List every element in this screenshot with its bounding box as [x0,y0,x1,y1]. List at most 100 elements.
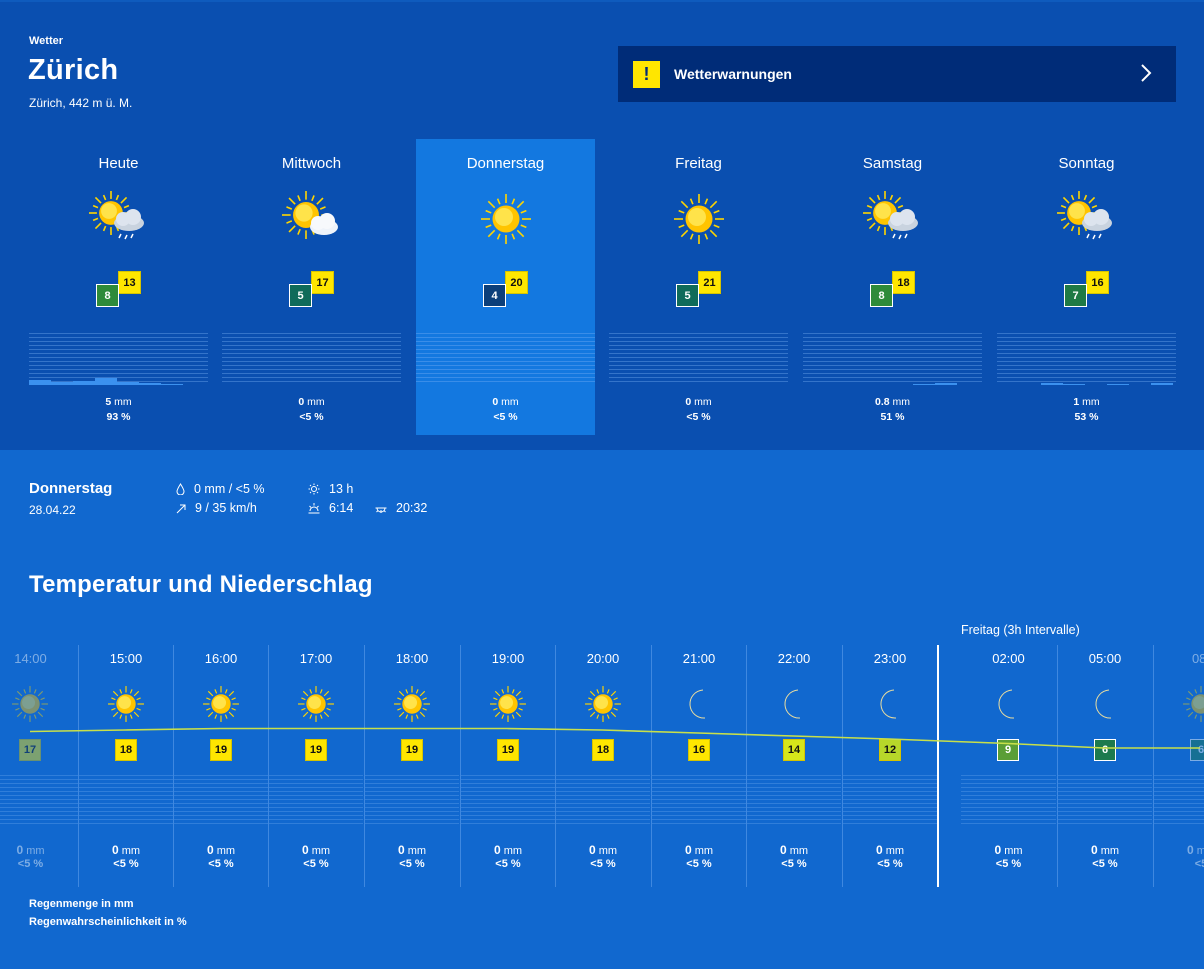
hour-rain-amount: 0 mm [875,843,905,857]
hour-rain-amount: 0 mm [16,843,45,857]
hour-rain-probability: <5 % [877,858,903,870]
rain-bar [913,384,935,385]
rain-bar [29,380,51,385]
hourly-rain-chart [1154,775,1204,827]
sun-cloud-rain-icon [861,191,925,247]
weather-warnings-button[interactable]: ! Wetterwarnungen [618,46,1176,102]
wind-summary-value: 9 / 35 km/h [195,501,257,515]
max-temp-badge: 20 [505,271,528,294]
hour-rain-probability: <5 % [208,858,234,870]
sunshine-hours: 13 h [329,482,354,496]
chevron-right-icon [1141,64,1152,82]
max-temp-badge: 17 [311,271,334,294]
daily-rain-chart [29,333,208,385]
sunrise-time: 6:14 [329,501,354,515]
day-tab-4[interactable]: Freitag 21 5 0 mm <5 % [609,139,788,435]
day-name: Sonntag [1058,155,1115,172]
rain-bar [117,382,139,385]
hour-rain-amount: 0 mm [301,843,331,857]
day-tab-5[interactable]: Samstag 18 8 0.8 mm 51 % [803,139,982,435]
sunshine-summary: 13 h [308,482,353,496]
hour-rain-probability: <5 % [113,858,139,870]
daily-rain-amount: 0 mm [492,396,519,408]
daily-rain-probability: 53 % [1074,411,1099,423]
hour-rain-amount: 0 mm [397,843,427,857]
sunset-time: 20:32 [396,501,428,515]
rain-summary-value: 0 mm / <5 % [194,482,265,496]
hour-rain-probability: <5 % [17,858,44,870]
hourly-rain-chart [79,775,173,827]
hour-rain-probability: <5 [1194,858,1204,870]
hourly-rain-chart [365,775,459,827]
selected-day-date: 28.04.22 [29,503,76,517]
sun-cloud-rain-icon [87,191,151,247]
min-temp-badge: 5 [289,284,312,307]
hour-rain-probability: <5 % [399,858,425,870]
wind-direction-icon [176,504,186,514]
rain-bar [1151,383,1173,385]
hour-rain-amount: 0 mm [588,843,618,857]
raindrop-icon [176,483,185,495]
daily-rain-probability: <5 % [493,411,518,423]
min-temp-badge: 7 [1064,284,1087,307]
section-title: Temperatur und Niederschlag [29,571,373,598]
hourly-rain-chart [843,775,937,827]
hour-rain-amount: 0 mm [111,843,141,857]
day-tab-1[interactable]: Heute 13 8 5 mm 93 % [29,139,208,435]
hour-rain-probability: <5 % [1092,858,1118,870]
sunset-summary: 20:32 [375,501,427,515]
daily-rain-amount: 0 mm [298,396,325,408]
day-tab-6[interactable]: Sonntag 16 7 1 mm 53 % [997,139,1176,435]
rain-bar [1041,383,1063,385]
hourly-rain-chart [652,775,746,827]
daily-rain-probability: 51 % [880,411,905,423]
page-title: Zürich [28,54,119,86]
day-tab-3[interactable]: Donnerstag 20 4 0 mm <5 % [416,139,595,435]
hour-rain-amount: 0 mm [493,843,523,857]
min-temp-badge: 5 [676,284,699,307]
hour-rain-probability: <5 % [303,858,329,870]
hourly-rain-chart [269,775,363,827]
rain-bar [139,383,161,385]
hourly-rain-chart [961,775,1056,827]
max-temp-badge: 21 [698,271,721,294]
day-name: Mittwoch [281,155,342,172]
hour-rain-probability: <5 % [995,858,1022,870]
legend-rain-amount: Regenmenge in mm [29,898,134,910]
rain-bar [1063,384,1085,385]
location-subtitle: Zürich, 442 m ü. M. [29,96,133,110]
max-temp-badge: 13 [118,271,141,294]
hour-rain-probability: <5 % [495,858,521,870]
sun-small-icon [308,483,320,495]
daily-rain-amount: 1 mm [1073,396,1100,408]
min-temp-badge: 4 [483,284,506,307]
daily-rain-amount: 0.8 mm [874,396,911,408]
rain-summary: 0 mm / <5 % [176,482,265,496]
hourly-rain-chart [1058,775,1152,827]
day-tab-2[interactable]: Mittwoch 17 5 0 mm <5 % [222,139,401,435]
hourly-rain-chart [461,775,555,827]
day-name: Donnerstag [466,155,545,172]
legend-rain-probability: Regenwahrscheinlichkeit in % [29,916,187,928]
weather-warnings-label: Wetterwarnungen [674,66,792,82]
hour-rain-amount: 0 mm [1090,843,1120,857]
sunrise-icon [308,503,320,514]
max-temp-badge: 16 [1086,271,1109,294]
hourly-rain-chart [174,775,268,827]
friday-interval-label: Freitag (3h Intervalle) [961,623,1080,637]
temperature-line [29,727,1200,749]
warning-icon: ! [633,60,660,88]
daily-rain-amount: 5 mm [105,396,132,408]
hourly-rain-chart [0,775,78,827]
hourly-rain-chart [747,775,841,827]
rain-bar [95,378,117,385]
rain-bar [51,382,73,385]
hour-rain-probability: <5 % [686,858,712,870]
sun-icon [667,191,731,247]
max-temp-badge: 18 [892,271,915,294]
daily-rain-chart [416,333,595,385]
rain-bar [161,384,183,385]
hour-rain-amount: 0 mm [994,843,1023,857]
daily-rain-chart [803,333,982,385]
forecast-header-panel: Wetter Zürich Zürich, 442 m ü. M. ! Wett… [0,0,1204,450]
